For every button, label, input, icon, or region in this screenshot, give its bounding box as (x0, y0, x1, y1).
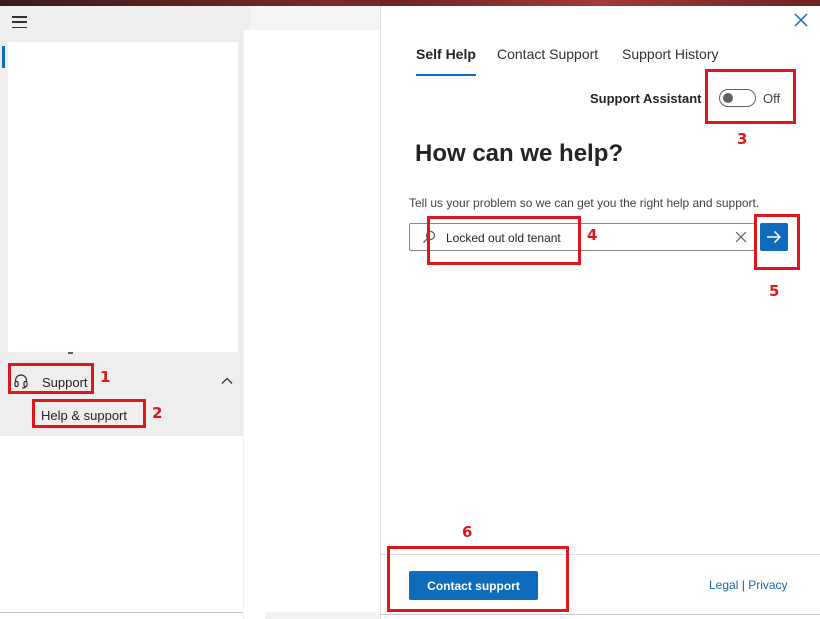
contact-support-button[interactable]: Contact support (409, 571, 538, 600)
help-panel: Self Help Contact Support Support Histor… (380, 6, 820, 619)
search-input[interactable] (446, 228, 726, 248)
arrow-right-icon (767, 230, 782, 244)
hamburger-menu-icon[interactable] (12, 16, 27, 28)
toggle-state-label: Off (763, 91, 781, 106)
annotation-number-3: 3 (737, 130, 748, 148)
privacy-link[interactable]: Privacy (748, 578, 787, 592)
support-assistant-toggle[interactable] (719, 89, 756, 107)
page-title: How can we help? (415, 140, 624, 167)
tab-support-history[interactable]: Support History (622, 46, 718, 80)
tab-self-help[interactable]: Self Help (416, 46, 476, 80)
close-icon[interactable] (793, 12, 809, 28)
footer-divider (381, 554, 820, 555)
nav-item-support[interactable]: Support (8, 366, 243, 396)
legal-link[interactable]: Legal (709, 578, 738, 592)
annotation-number-6: 6 (462, 523, 473, 541)
annotation-number-2: 2 (152, 404, 163, 422)
clear-icon[interactable] (735, 231, 747, 243)
legal-links: Legal | Privacy (709, 578, 788, 592)
nav-help-label: Help & support (41, 407, 127, 423)
background-footer (265, 612, 385, 619)
headset-icon (14, 374, 28, 389)
nav-item-help-support[interactable]: Help & support (34, 402, 146, 428)
legal-separator: | (741, 578, 745, 592)
support-assistant-label: Support Assistant (590, 91, 702, 106)
search-icon (423, 230, 436, 243)
annotation-number-1: 1 (100, 368, 111, 386)
search-submit-button[interactable] (760, 223, 788, 251)
toggle-knob (723, 93, 733, 103)
nav-divider (68, 352, 73, 354)
nav-selection-indicator (2, 46, 5, 68)
annotation-number-4: 4 (587, 226, 598, 244)
tab-contact-support[interactable]: Contact Support (497, 46, 598, 80)
tab-support-history-label: Support History (622, 46, 719, 62)
tab-self-help-label: Self Help (416, 46, 476, 62)
background-content (243, 30, 380, 619)
help-description: Tell us your problem so we can get you t… (409, 196, 760, 210)
nav-support-label: Support (42, 375, 88, 390)
tab-contact-support-label: Contact Support (497, 46, 599, 62)
annotation-number-5: 5 (769, 282, 780, 300)
nav-content-panel (8, 42, 238, 352)
chevron-up-icon[interactable] (220, 374, 234, 388)
nav-bottom-divider (0, 612, 265, 613)
tab-active-underline (416, 74, 476, 76)
search-box[interactable] (409, 223, 755, 251)
background-tab-strip (250, 6, 380, 30)
nav-header (0, 6, 250, 40)
left-nav: Support Help & support (0, 6, 265, 619)
panel-bottom-border (380, 614, 820, 615)
